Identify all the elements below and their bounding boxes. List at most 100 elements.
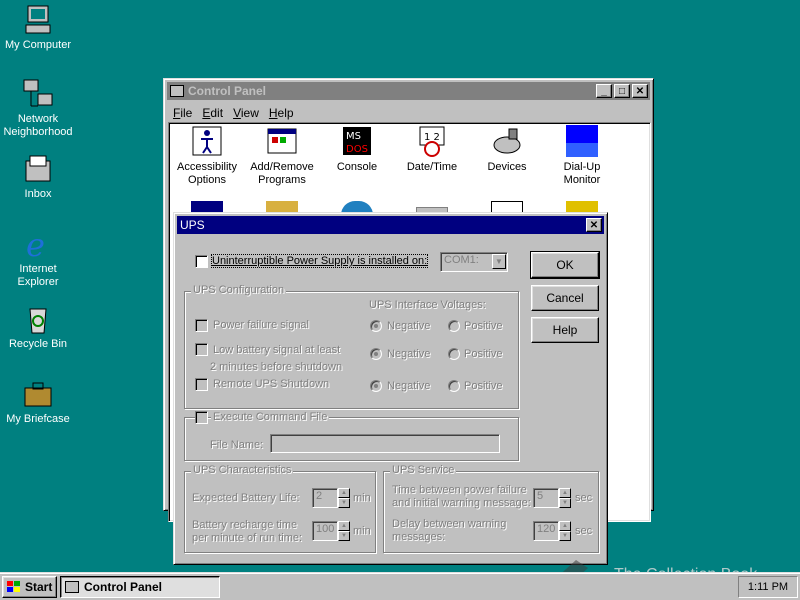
cp-item-dialup-monitor[interactable]: Dial-Up Monitor — [546, 125, 618, 187]
ups-dialog[interactable]: UPS ✕ Uninterruptible Power Supply is in… — [173, 212, 608, 565]
chevron-down-icon: ▼ — [492, 254, 506, 269]
com-port-select[interactable]: COM1: ▼ — [440, 252, 508, 272]
spin-down-icon[interactable]: ▼ — [559, 498, 571, 508]
close-button[interactable]: ✕ — [586, 218, 602, 232]
spin-up-icon[interactable]: ▲ — [338, 521, 350, 531]
min-label: min — [353, 492, 371, 504]
spin-down-icon[interactable]: ▼ — [338, 498, 350, 508]
taskbar-item-control-panel[interactable]: Control Panel — [60, 576, 220, 598]
window-title: Control Panel — [188, 84, 267, 98]
power-failure-negative-radio[interactable] — [370, 320, 382, 332]
help-button[interactable]: Help — [531, 317, 599, 343]
time-between-spinner[interactable]: ▲ ▼ — [559, 488, 571, 508]
desktop-icon-network[interactable]: Network Neighborhood — [0, 78, 76, 139]
time-between-label-2: and initial warning message: — [392, 497, 531, 509]
file-name-input[interactable] — [270, 434, 500, 453]
console-icon: MS DOS — [341, 125, 373, 157]
cp-item-accessibility[interactable]: Accessibility Options — [171, 125, 243, 187]
desktop-icon-inbox[interactable]: Inbox — [0, 153, 76, 201]
battery-life-spinner[interactable]: ▲ ▼ — [338, 488, 350, 508]
spin-up-icon[interactable]: ▲ — [559, 521, 571, 531]
positive-label: Positive — [464, 320, 503, 332]
group-title: UPS Configuration — [191, 284, 287, 296]
maximize-button[interactable]: □ — [614, 84, 630, 98]
power-failure-checkbox[interactable] — [195, 319, 208, 332]
minimize-button[interactable]: _ — [596, 84, 612, 98]
cancel-button[interactable]: Cancel — [531, 285, 599, 311]
recharge-input[interactable]: 100 — [312, 521, 338, 541]
devices-icon — [491, 125, 523, 157]
cp-item-label: Devices — [487, 161, 527, 173]
low-battery-label: Low battery signal at least — [213, 344, 341, 356]
spin-down-icon[interactable]: ▼ — [559, 531, 571, 541]
control-panel-titlebar[interactable]: Control Panel _ □ ✕ — [167, 82, 650, 100]
power-failure-positive-radio[interactable] — [448, 320, 460, 332]
menu-help[interactable]: Help — [264, 105, 299, 121]
delay-spinner[interactable]: ▲ ▼ — [559, 521, 571, 541]
taskbar: Start Control Panel 1:11 PM — [0, 572, 800, 600]
delay-input[interactable]: 120 — [533, 521, 559, 541]
taskbar-item-label: Control Panel — [84, 580, 163, 594]
ie-icon: e — [22, 226, 54, 264]
recharge-spinner[interactable]: ▲ ▼ — [338, 521, 350, 541]
low-battery-positive-radio[interactable] — [448, 348, 460, 360]
desktop-icon-label: Inbox — [24, 188, 52, 200]
com-port-value: COM1: — [444, 254, 479, 266]
battery-life-input[interactable]: 2 — [312, 488, 338, 508]
time-between-input[interactable]: 5 — [533, 488, 559, 508]
spin-up-icon[interactable]: ▲ — [559, 488, 571, 498]
desktop-icon-my-computer[interactable]: My Computer — [0, 4, 76, 52]
battery-life-label: Expected Battery Life: — [192, 492, 300, 504]
positive-label: Positive — [464, 348, 503, 360]
ups-installed-label[interactable]: Uninterruptible Power Supply is installe… — [210, 254, 429, 268]
positive-label: Positive — [464, 380, 503, 392]
svg-text:MS: MS — [346, 131, 361, 142]
execute-command-checkbox[interactable] — [195, 411, 208, 424]
cp-item-label: Add/Remove Programs — [250, 161, 314, 186]
briefcase-icon — [22, 378, 54, 410]
min-label: min — [353, 525, 371, 537]
close-button[interactable]: ✕ — [632, 84, 648, 98]
time-between-value: 5 — [537, 490, 544, 502]
delay-value: 120 — [537, 523, 556, 535]
accessibility-icon — [191, 125, 223, 157]
cp-item-add-remove[interactable]: Add/Remove Programs — [246, 125, 318, 187]
menu-view[interactable]: View — [228, 105, 264, 121]
cp-item-console[interactable]: MS DOS Console — [321, 125, 393, 174]
desktop-icon-recycle-bin[interactable]: Recycle Bin — [0, 303, 76, 351]
system-tray-clock[interactable]: 1:11 PM — [738, 576, 798, 598]
remote-shutdown-negative-radio[interactable] — [370, 380, 382, 392]
interface-voltages-label: UPS Interface Voltages: — [369, 299, 486, 311]
start-button[interactable]: Start — [2, 576, 57, 598]
low-battery-checkbox[interactable] — [195, 343, 208, 356]
menu-edit[interactable]: Edit — [197, 105, 228, 121]
negative-label: Negative — [387, 348, 431, 360]
desktop-icon-briefcase[interactable]: My Briefcase — [0, 378, 76, 426]
ok-button[interactable]: OK — [530, 251, 600, 279]
group-title: UPS Characteristics — [191, 464, 294, 476]
desktop-icon-ie[interactable]: e Internet Explorer — [0, 226, 76, 289]
sec-label: sec — [575, 525, 593, 537]
cp-item-label: Dial-Up Monitor — [563, 161, 601, 186]
desktop-icon-label: My Briefcase — [6, 413, 70, 425]
ups-installed-checkbox[interactable] — [195, 255, 208, 268]
negative-label: Negative — [387, 320, 431, 332]
spin-down-icon[interactable]: ▼ — [338, 531, 350, 541]
dialog-title: UPS — [180, 218, 205, 232]
remote-shutdown-label: Remote UPS Shutdown — [213, 378, 330, 390]
clock-text: 1:11 PM — [747, 581, 789, 593]
execute-command-label: Execute Command File — [211, 411, 330, 423]
spin-up-icon[interactable]: ▲ — [338, 488, 350, 498]
cp-item-devices[interactable]: Devices — [471, 125, 543, 174]
desktop-icon-label: My Computer — [4, 39, 72, 51]
cp-item-label: Console — [336, 161, 378, 173]
negative-label: Negative — [387, 380, 431, 392]
ups-dialog-titlebar[interactable]: UPS ✕ — [177, 216, 604, 234]
svg-text:e: e — [26, 228, 45, 260]
remote-shutdown-positive-radio[interactable] — [448, 380, 460, 392]
menu-file[interactable]: File — [168, 105, 197, 121]
network-icon — [22, 78, 54, 110]
low-battery-negative-radio[interactable] — [370, 348, 382, 360]
cp-item-datetime[interactable]: 1 2 Date/Time — [396, 125, 468, 174]
remote-shutdown-checkbox[interactable] — [195, 378, 208, 391]
